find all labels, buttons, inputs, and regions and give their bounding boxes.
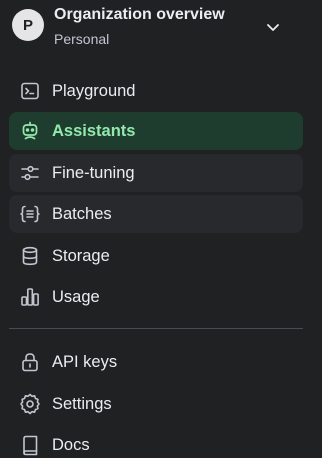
sidebar-item-fine-tuning[interactable]: Fine-tuning: [9, 154, 303, 192]
sidebar-item-label: Assistants: [52, 122, 136, 140]
braces-list-icon: [19, 203, 41, 225]
sidebar-item-api-keys[interactable]: API keys: [9, 343, 303, 381]
sidebar-item-usage[interactable]: Usage: [9, 278, 303, 316]
sidebar-item-playground[interactable]: Playground: [9, 72, 303, 110]
lock-icon: [19, 351, 41, 373]
sliders-icon: [19, 162, 41, 184]
sidebar-item-batches[interactable]: Batches: [9, 195, 303, 233]
sidebar-item-settings[interactable]: Settings: [9, 385, 303, 423]
org-switcher[interactable]: P Organization overview Personal: [0, 0, 322, 56]
sidebar-item-label: Usage: [52, 288, 100, 306]
gear-icon: [19, 393, 41, 415]
sidebar-item-label: Batches: [52, 205, 112, 223]
sidebar-item-storage[interactable]: Storage: [9, 237, 303, 275]
sidebar-item-label: API keys: [52, 353, 118, 371]
sidebar-item-label: Storage: [52, 247, 110, 265]
bar-chart-icon: [19, 286, 41, 308]
sidebar: P Organization overview Personal Playgro…: [0, 0, 322, 458]
sidebar-item-assistants[interactable]: Assistants: [9, 112, 303, 150]
avatar: P: [12, 9, 44, 41]
sidebar-item-label: Docs: [52, 436, 90, 454]
database-icon: [19, 245, 41, 267]
sidebar-item-docs[interactable]: Docs: [9, 426, 303, 458]
org-name: Organization overview: [54, 6, 225, 23]
sidebar-item-label: Settings: [52, 395, 112, 413]
robot-icon: [19, 120, 41, 142]
book-icon: [19, 434, 41, 456]
chevron-down-icon[interactable]: [264, 18, 282, 36]
sidebar-item-label: Playground: [52, 82, 136, 100]
sidebar-item-label: Fine-tuning: [52, 164, 135, 182]
divider: [9, 328, 303, 329]
org-subtitle: Personal: [54, 31, 110, 47]
terminal-icon: [19, 80, 41, 102]
